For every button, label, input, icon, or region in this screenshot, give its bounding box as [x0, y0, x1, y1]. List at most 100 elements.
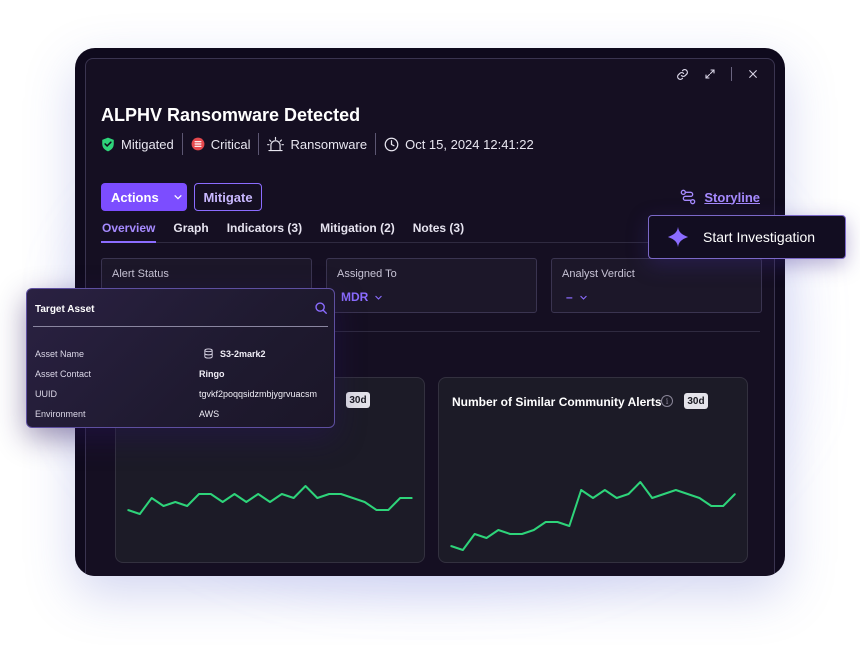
- status-text: Mitigated: [121, 136, 174, 152]
- storyline-icon: [681, 189, 696, 205]
- data-point: [233, 493, 236, 495]
- data-point: [375, 509, 378, 511]
- tab-graph[interactable]: Graph: [172, 219, 209, 243]
- data-point: [651, 497, 653, 499]
- chart-card-right: Number of Similar Community Alerts i 30d: [438, 377, 748, 563]
- close-icon[interactable]: [746, 67, 760, 81]
- data-point: [150, 497, 153, 499]
- data-point: [580, 489, 582, 491]
- data-point: [127, 509, 129, 511]
- database-icon: [204, 348, 213, 359]
- line-chart-right: [450, 481, 736, 551]
- data-point: [162, 505, 165, 507]
- mitigate-button[interactable]: Mitigate: [194, 183, 262, 211]
- asset-name-value: S3-2mark2: [220, 348, 266, 359]
- expand-icon[interactable]: [703, 67, 717, 81]
- data-point: [473, 533, 476, 535]
- data-point: [450, 545, 452, 547]
- data-point: [497, 529, 500, 531]
- analyst-verdict-card[interactable]: Analyst Verdict –: [551, 258, 762, 313]
- data-point: [722, 505, 724, 507]
- clock-icon: [384, 137, 399, 151]
- uuid-label: UUID: [35, 389, 57, 399]
- data-point: [245, 501, 248, 503]
- uuid-value: tgvkf2poqqsidzmbjygrvuacsm: [199, 389, 318, 399]
- data-point: [340, 493, 342, 495]
- analyst-verdict-select[interactable]: –: [566, 290, 588, 304]
- actions-label: Actions: [111, 189, 159, 205]
- meta-divider: [375, 133, 377, 155]
- category-badge: Ransomware: [267, 136, 367, 152]
- chevron-down-icon: [174, 195, 182, 200]
- assigned-to-label: Assigned To: [337, 268, 397, 280]
- alert-title: ALPHV Ransomware Detected: [101, 105, 361, 125]
- alert-status-label: Alert Status: [112, 268, 169, 280]
- data-point: [639, 481, 642, 483]
- asset-name-label: Asset Name: [35, 349, 85, 359]
- actions-button[interactable]: Actions: [101, 183, 187, 211]
- series-line: [450, 481, 736, 551]
- data-point: [316, 497, 319, 499]
- tab-indicators[interactable]: Indicators (3): [226, 219, 303, 243]
- assigned-to-card[interactable]: Assigned To MDR: [326, 258, 537, 313]
- analyst-verdict-label: Analyst Verdict: [562, 268, 635, 280]
- environment-value: AWS: [199, 409, 220, 419]
- sparkle-icon: [667, 226, 689, 248]
- severity-badge: Critical: [191, 136, 251, 152]
- data-point: [698, 497, 701, 499]
- alert-meta: Mitigated Critical Ransomware Oct 15, 20…: [101, 133, 534, 155]
- data-point: [281, 493, 283, 495]
- chevron-down-icon: [580, 295, 587, 300]
- data-point: [485, 537, 488, 539]
- alarm-icon: [267, 136, 285, 152]
- data-point: [304, 485, 307, 487]
- assigned-to-value: MDR: [341, 290, 369, 304]
- data-point: [221, 501, 224, 503]
- timestamp-text: Oct 15, 2024 12:41:22: [405, 136, 534, 152]
- severity-text: Critical: [210, 136, 251, 152]
- data-point: [139, 513, 141, 515]
- data-point: [363, 501, 366, 503]
- data-point: [411, 497, 413, 499]
- asset-contact-label: Asset Contact: [35, 369, 92, 379]
- timestamp: Oct 15, 2024 12:41:22: [384, 137, 534, 152]
- data-point: [686, 493, 689, 495]
- target-asset-popup: Target Asset Asset Name S3-2mark2 Asset …: [26, 288, 335, 428]
- tab-mitigation[interactable]: Mitigation (2): [319, 219, 396, 243]
- data-point: [198, 493, 200, 495]
- storyline-label: Storyline: [704, 189, 760, 205]
- data-point: [568, 525, 571, 527]
- start-investigation-label: Start Investigation: [703, 229, 816, 245]
- tab-overview[interactable]: Overview: [101, 219, 157, 243]
- start-investigation-button[interactable]: Start Investigation: [648, 215, 846, 259]
- category-text: Ransomware: [290, 136, 368, 152]
- series-line: [127, 485, 412, 515]
- tab-notes[interactable]: Notes (3): [412, 219, 465, 243]
- assigned-to-select[interactable]: MDR: [341, 290, 383, 304]
- link-icon[interactable]: [675, 67, 689, 81]
- critical-icon: [191, 137, 205, 151]
- data-point: [615, 497, 618, 499]
- data-point: [533, 529, 535, 531]
- search-icon[interactable]: [314, 301, 328, 315]
- target-asset-title: Target Asset: [35, 304, 95, 315]
- data-point: [544, 521, 547, 523]
- window-toolbar: [654, 59, 774, 89]
- meta-divider: [258, 133, 260, 155]
- asset-contact-value: Ringo: [199, 369, 225, 379]
- popup-divider: [33, 326, 328, 327]
- storyline-link[interactable]: Storyline: [680, 189, 760, 205]
- data-point: [462, 549, 464, 551]
- data-point: [509, 533, 511, 535]
- data-point: [734, 493, 736, 495]
- data-point: [604, 489, 606, 491]
- data-point: [269, 501, 271, 503]
- data-point: [627, 493, 630, 495]
- shield-check-icon: [102, 137, 114, 151]
- data-point: [710, 505, 713, 507]
- data-point: [352, 497, 354, 499]
- data-point: [257, 493, 259, 495]
- data-point: [387, 509, 390, 511]
- environment-label: Environment: [35, 409, 86, 419]
- toolbar-divider: [731, 67, 732, 81]
